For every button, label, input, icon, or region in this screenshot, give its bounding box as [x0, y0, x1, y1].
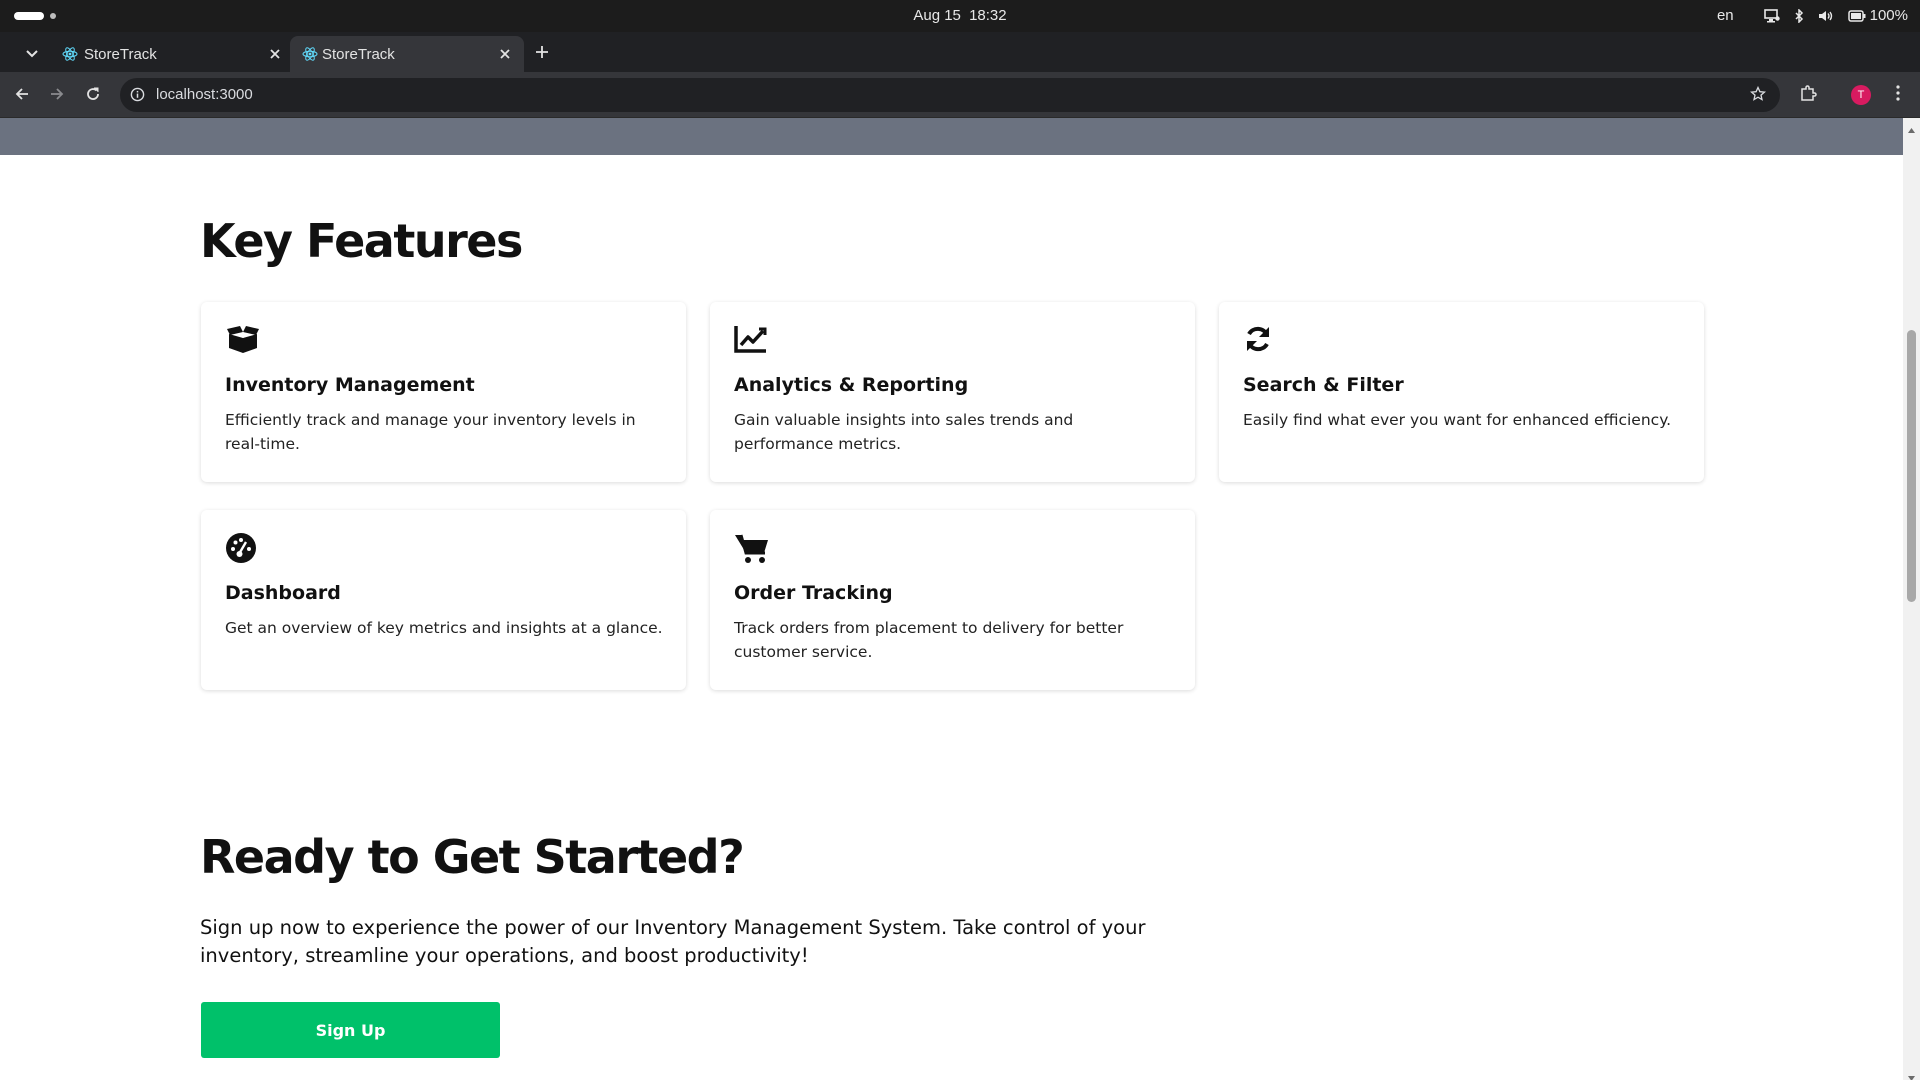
feature-card-title: Inventory Management	[225, 374, 475, 396]
feature-card-title: Search & Filter	[1243, 374, 1404, 396]
browser-tab[interactable]: StoreTrack	[58, 36, 294, 72]
feature-card-description: Get an overview of key metrics and insig…	[225, 619, 663, 637]
feature-card-description: Easily find what ever you want for enhan…	[1243, 411, 1672, 429]
feature-card: Inventory Management Efficiently track a…	[201, 302, 686, 482]
features-heading: Key Features	[200, 214, 523, 268]
feature-card-title: Dashboard	[225, 582, 341, 604]
tab-title: StoreTrack	[84, 46, 157, 63]
feature-card-title: Analytics & Reporting	[734, 374, 969, 396]
clock[interactable]: Aug 15 18:32	[0, 7, 1920, 24]
system-tray[interactable]: en 100%	[1717, 7, 1908, 24]
feature-card: Order Tracking Track orders from placeme…	[710, 510, 1195, 690]
feature-card: Dashboard Get an overview of key metrics…	[201, 510, 686, 690]
arrow-right-icon	[50, 86, 64, 105]
clock-time: 18:32	[969, 7, 1007, 24]
profile-avatar[interactable]: T	[1851, 85, 1871, 105]
feature-card-description: Track orders from placement to delivery …	[734, 619, 1124, 661]
dashboard-gauge-icon	[225, 532, 259, 566]
address-bar[interactable]: localhost:3000	[120, 78, 1780, 112]
hero-section-bottom	[0, 118, 1903, 155]
arrow-left-icon	[15, 86, 29, 105]
chevron-down-icon	[26, 43, 38, 62]
browser-menu-button[interactable]	[1885, 82, 1911, 108]
browser-toolbar: localhost:3000 T	[0, 72, 1920, 118]
back-button[interactable]	[9, 82, 35, 108]
shopping-cart-icon	[734, 532, 768, 566]
scrollbar-thumb[interactable]	[1907, 330, 1916, 602]
feature-card-description: Efficiently track and manage your invent…	[225, 411, 636, 453]
kebab-menu-icon	[1896, 85, 1900, 105]
battery-status: 100%	[1847, 7, 1908, 24]
puzzle-icon	[1799, 84, 1817, 106]
page-scrollbar[interactable]	[1903, 118, 1920, 1080]
browser-tab-active[interactable]: StoreTrack	[290, 36, 524, 72]
cta-heading: Ready to Get Started?	[200, 830, 745, 884]
feature-card-title: Order Tracking	[734, 582, 893, 604]
box-open-icon	[225, 324, 259, 358]
react-favicon-icon	[302, 46, 318, 62]
os-top-bar: Aug 15 18:32 en 100%	[0, 0, 1920, 32]
language-indicator[interactable]: en	[1717, 7, 1734, 24]
tab-title: StoreTrack	[322, 46, 395, 63]
clock-date: Aug 15	[913, 7, 961, 24]
url-text[interactable]: localhost:3000	[156, 86, 253, 103]
cta-description: Sign up now to experience the power of o…	[200, 916, 1146, 967]
volume-icon	[1818, 9, 1834, 23]
scroll-down-arrow-icon[interactable]	[1907, 1068, 1916, 1080]
browser-tab-strip: StoreTrack StoreTrack	[0, 32, 1920, 72]
bluetooth-icon	[1794, 8, 1804, 23]
forward-button[interactable]	[44, 82, 70, 108]
sync-icon	[1243, 324, 1277, 358]
extensions-button[interactable]	[1795, 82, 1821, 108]
battery-icon	[1847, 9, 1866, 22]
close-icon[interactable]	[266, 45, 284, 63]
plus-icon	[536, 43, 548, 62]
reload-button[interactable]	[80, 82, 106, 108]
display-icon	[1763, 8, 1780, 23]
close-icon[interactable]	[496, 45, 514, 63]
page-viewport: Key Features Inventory Management Effici…	[0, 118, 1903, 1080]
sign-up-button[interactable]: Sign Up	[201, 1002, 500, 1058]
feature-card: Analytics & Reporting Gain valuable insi…	[710, 302, 1195, 482]
line-chart-icon	[734, 324, 768, 358]
scroll-up-arrow-icon[interactable]	[1907, 120, 1916, 133]
site-info-icon[interactable]	[130, 87, 145, 106]
new-tab-button[interactable]	[530, 40, 554, 64]
feature-card: Search & Filter Easily find what ever yo…	[1219, 302, 1704, 482]
feature-card-description: Gain valuable insights into sales trends…	[734, 411, 1074, 453]
battery-percent: 100%	[1869, 7, 1908, 24]
react-favicon-icon	[62, 46, 78, 62]
reload-icon	[86, 86, 100, 105]
bookmark-star-icon[interactable]	[1749, 85, 1767, 106]
tab-search-button[interactable]	[20, 40, 44, 64]
